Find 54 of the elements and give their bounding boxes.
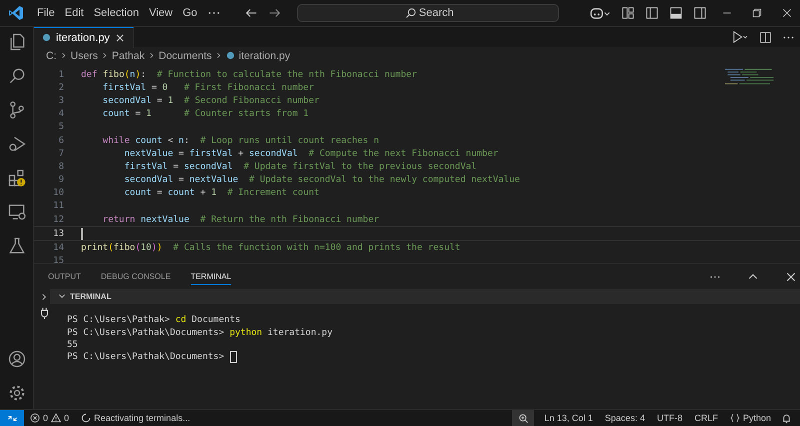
line-number: 6: [58, 136, 64, 146]
panel-tab[interactable]: DEBUG CONSOLE: [100, 268, 171, 285]
code-line: count = 1 # Counter starts from 1: [102, 109, 309, 120]
menu-item[interactable]: Go: [178, 7, 202, 19]
language-mode[interactable]: Python: [724, 413, 777, 423]
menu-item[interactable]: View: [144, 7, 178, 19]
code-line: firstVal = 0 # First Fibonacci number: [102, 82, 314, 93]
terminal-line: PS C:\Users\Pathak\Documents> python iteration.py: [67, 328, 333, 338]
line-number: 15: [52, 256, 64, 263]
line-number: 9: [58, 175, 64, 186]
indentation[interactable]: Spaces: 4: [598, 413, 651, 423]
line-number: 11: [52, 201, 64, 212]
panel-tab[interactable]: OUTPUT: [48, 268, 81, 285]
code-line: secondVal = nextValue # Update secondVal to the newly computed nextValue: [123, 175, 520, 186]
breadcrumb-item[interactable]: Users: [70, 50, 98, 62]
terminal-line: PS C:\Users\Pathak> cd Documents: [67, 315, 240, 326]
section-title[interactable]: TERMINAL: [70, 292, 112, 301]
encoding[interactable]: UTF-8: [650, 413, 688, 423]
terminal-line: 55: [67, 340, 78, 350]
code-line: secondVal = 1 # Second Fibonacci number: [102, 96, 320, 106]
search-field[interactable]: Search: [297, 4, 560, 22]
line-number: 3: [58, 96, 64, 106]
editor-tab[interactable]: iteration.py: [34, 26, 134, 48]
code-line: def fibo(n): # Function to calculate the nth Fibonacci number: [81, 70, 417, 80]
line-number: 1: [58, 70, 64, 80]
menu-item[interactable]: File: [32, 7, 60, 19]
line-ending[interactable]: CRLF: [688, 413, 724, 423]
breadcrumb-item[interactable]: C:: [46, 50, 56, 62]
breadcrumb-item[interactable]: Pathak: [112, 50, 145, 62]
line-number: 2: [58, 82, 64, 93]
line-number: 13: [52, 228, 64, 239]
status-message: Reactivating terminals...: [94, 413, 190, 423]
code-line: print(fibo(10)) # Calls the function with n=100 and prints the result: [81, 243, 460, 254]
line-number: 14: [52, 243, 64, 254]
line-number: 7: [58, 148, 64, 159]
problems-button[interactable]: 0 0: [24, 413, 76, 423]
cursor-position[interactable]: Ln 13, Col 1: [538, 413, 599, 423]
code-line: return nextValue # Return the nth Fibonacci number: [102, 214, 380, 225]
code-line: nextValue = firstVal + secondVal # Compute the next Fibonacci number: [123, 148, 498, 159]
line-number: 12: [52, 214, 64, 225]
breadcrumb-item[interactable]: iteration.py: [238, 50, 290, 62]
line-number: 4: [58, 109, 64, 120]
menu-item[interactable]: Selection: [88, 7, 144, 19]
breadcrumb-item[interactable]: Documents: [158, 50, 212, 62]
code-line: firstVal = secondVal # Update firstVal to the previous secondVal: [123, 162, 477, 172]
line-number: 8: [58, 162, 64, 172]
menu-item[interactable]: Edit: [60, 7, 89, 19]
line-number: 10: [52, 188, 64, 198]
code-line: count = count + 1 # Increment count: [123, 188, 320, 198]
terminal-line: PS C:\Users\Pathak\Documents>: [67, 352, 226, 362]
line-number: 5: [58, 122, 64, 132]
panel-tab[interactable]: TERMINAL: [190, 268, 232, 285]
code-line: while count < n: # Loop runs until count reaches n: [102, 136, 380, 146]
tab-label: iteration.py: [56, 32, 110, 44]
